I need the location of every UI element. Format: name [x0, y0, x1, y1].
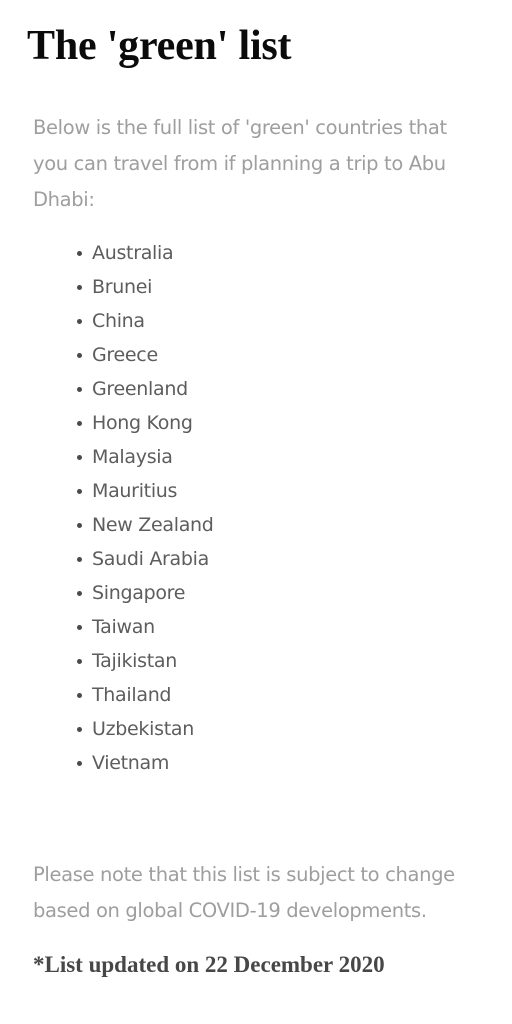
- list-item: China: [56, 304, 456, 338]
- list-item: Uzbekistan: [56, 712, 456, 746]
- list-item: Greece: [56, 338, 456, 372]
- intro-paragraph: Below is the full list of 'green' countr…: [33, 116, 447, 211]
- list-item-label: New Zealand: [92, 514, 214, 536]
- disclaimer-paragraph: Please note that this list is subject to…: [33, 863, 455, 922]
- list-item: Taiwan: [56, 610, 456, 644]
- bullet-icon: [77, 591, 82, 596]
- list-item-label: Hong Kong: [92, 412, 193, 434]
- list-item-label: Brunei: [92, 276, 153, 298]
- list-item-label: Taiwan: [92, 616, 155, 638]
- bullet-icon: [77, 761, 82, 766]
- bullet-icon: [77, 387, 82, 392]
- bullet-icon: [77, 523, 82, 528]
- list-item-label: Malaysia: [92, 446, 173, 468]
- list-item: Hong Kong: [56, 406, 456, 440]
- list-item-label: Mauritius: [92, 480, 178, 502]
- list-item-label: Australia: [92, 242, 174, 264]
- bullet-icon: [77, 353, 82, 358]
- list-item-label: Greece: [92, 344, 158, 366]
- page-title: The 'green' list: [27, 23, 292, 69]
- list-item-label: Thailand: [92, 684, 172, 706]
- list-item: Vietnam: [56, 746, 456, 780]
- bullet-icon: [77, 251, 82, 256]
- list-item: Malaysia: [56, 440, 456, 474]
- bullet-icon: [77, 319, 82, 324]
- bullet-icon: [77, 727, 82, 732]
- bullet-icon: [77, 693, 82, 698]
- list-item: Greenland: [56, 372, 456, 406]
- bullet-icon: [77, 455, 82, 460]
- list-item: Australia: [56, 236, 456, 270]
- list-item: Singapore: [56, 576, 456, 610]
- list-item: Mauritius: [56, 474, 456, 508]
- list-item-label: Singapore: [92, 582, 186, 604]
- bullet-icon: [77, 489, 82, 494]
- list-item-label: Tajikistan: [92, 650, 177, 672]
- list-item: Thailand: [56, 678, 456, 712]
- bullet-icon: [77, 421, 82, 426]
- list-item: Brunei: [56, 270, 456, 304]
- bullet-icon: [77, 285, 82, 290]
- list-item: Saudi Arabia: [56, 542, 456, 576]
- list-item-label: Greenland: [92, 378, 188, 400]
- list-item-label: China: [92, 310, 145, 332]
- list-item: Tajikistan: [56, 644, 456, 678]
- last-updated-note: *List updated on 22 December 2020: [33, 952, 385, 977]
- article-page: The 'green' list Below is the full list …: [0, 0, 512, 1024]
- list-item-label: Vietnam: [92, 752, 170, 774]
- bullet-icon: [77, 625, 82, 630]
- list-item-label: Uzbekistan: [92, 718, 194, 740]
- list-item-label: Saudi Arabia: [92, 548, 209, 570]
- green-country-list: Australia Brunei China Greece Greenland …: [56, 236, 456, 780]
- bullet-icon: [77, 659, 82, 664]
- bullet-icon: [77, 557, 82, 562]
- list-item: New Zealand: [56, 508, 456, 542]
